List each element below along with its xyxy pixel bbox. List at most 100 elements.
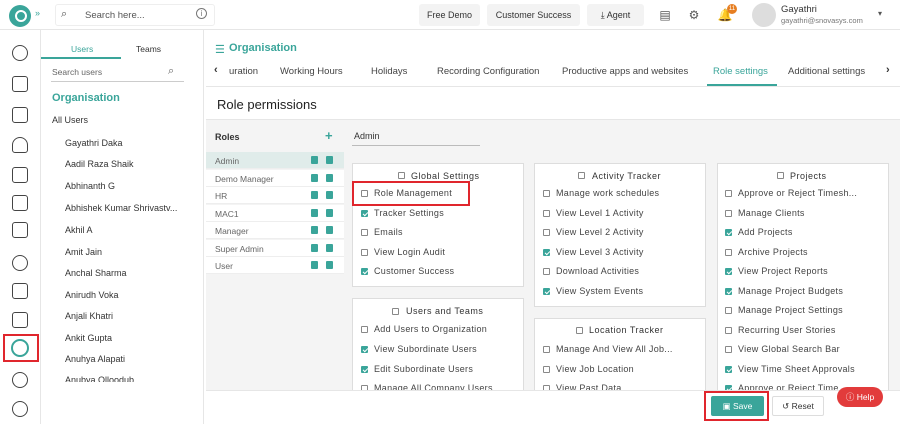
delete-icon[interactable] bbox=[326, 261, 333, 269]
list-item[interactable]: Akhil A bbox=[65, 225, 93, 235]
perm-checkbox[interactable] bbox=[725, 307, 732, 314]
perm-checkbox[interactable] bbox=[543, 268, 550, 275]
help-button[interactable]: ⓘ Help bbox=[837, 387, 883, 407]
delete-icon[interactable] bbox=[326, 174, 333, 182]
hamburger-icon[interactable]: ☰ bbox=[215, 43, 225, 56]
delete-icon[interactable] bbox=[326, 244, 333, 252]
table-row[interactable]: Manager bbox=[206, 222, 344, 239]
tabs-next-icon[interactable]: › bbox=[886, 64, 890, 76]
role-name-input[interactable]: Admin bbox=[354, 131, 380, 141]
perm-checkbox[interactable] bbox=[361, 249, 368, 256]
table-row[interactable]: HR bbox=[206, 187, 344, 204]
perm-checkbox[interactable] bbox=[543, 346, 550, 353]
mail-icon[interactable] bbox=[12, 312, 28, 328]
perm-checkbox[interactable] bbox=[361, 326, 368, 333]
perm-checkbox[interactable] bbox=[361, 366, 368, 373]
table-row[interactable]: Admin bbox=[206, 152, 344, 169]
gear-icon[interactable]: ⚙ bbox=[686, 7, 702, 23]
table-row[interactable]: MAC1 bbox=[206, 205, 344, 222]
list-item[interactable]: Anubya Olloodub bbox=[65, 375, 134, 382]
table-row[interactable]: Super Admin bbox=[206, 240, 344, 257]
expand-icon[interactable]: » bbox=[35, 8, 40, 18]
perm-checkbox[interactable] bbox=[543, 366, 550, 373]
search-input[interactable]: Search here... bbox=[85, 10, 145, 21]
copy-icon[interactable] bbox=[311, 209, 318, 217]
copy-icon[interactable] bbox=[311, 174, 318, 182]
document-icon[interactable]: ▤ bbox=[657, 7, 673, 23]
list-item[interactable]: Aadil Raza Shaik bbox=[65, 159, 134, 169]
people-icon[interactable] bbox=[12, 255, 28, 271]
list-item[interactable]: Ankit Gupta bbox=[65, 333, 112, 343]
briefcase-icon[interactable] bbox=[12, 167, 28, 183]
list-item[interactable]: Anirudh Voka bbox=[65, 290, 119, 300]
all-users-link[interactable]: All Users bbox=[52, 115, 88, 125]
perm-checkbox[interactable] bbox=[725, 366, 732, 373]
tabs-prev-icon[interactable]: ‹ bbox=[214, 64, 218, 76]
avatar[interactable] bbox=[752, 3, 776, 27]
perm-checkbox[interactable] bbox=[361, 229, 368, 236]
projects-select-all[interactable] bbox=[777, 172, 784, 179]
delete-icon[interactable] bbox=[326, 209, 333, 217]
perm-checkbox[interactable] bbox=[543, 229, 550, 236]
save-button[interactable]: ▣ Save bbox=[711, 396, 764, 416]
user-icon[interactable] bbox=[12, 137, 28, 153]
tab-productive-apps[interactable]: Productive apps and websites bbox=[562, 66, 688, 77]
customer-success-button[interactable]: Customer Success bbox=[487, 4, 580, 26]
agent-button[interactable]: ⤓ Agent bbox=[587, 4, 644, 26]
app-logo[interactable] bbox=[9, 5, 31, 27]
chevron-down-icon[interactable]: ▾ bbox=[878, 9, 882, 18]
info-icon[interactable]: i bbox=[196, 8, 207, 19]
perm-checkbox[interactable] bbox=[725, 210, 732, 217]
perm-checkbox[interactable] bbox=[361, 346, 368, 353]
list-item[interactable]: Abhinanth G bbox=[65, 181, 115, 191]
card-icon[interactable] bbox=[12, 222, 28, 238]
perm-checkbox[interactable] bbox=[725, 190, 732, 197]
tab-configuration[interactable]: uration bbox=[229, 66, 258, 77]
dashboard-icon[interactable] bbox=[12, 45, 28, 61]
users-teams-select-all[interactable] bbox=[392, 308, 399, 315]
perm-checkbox[interactable] bbox=[725, 229, 732, 236]
table-row[interactable]: Demo Manager bbox=[206, 170, 344, 187]
free-demo-button[interactable]: Free Demo bbox=[419, 4, 480, 26]
perm-checkbox[interactable] bbox=[361, 210, 368, 217]
perm-checkbox[interactable] bbox=[725, 327, 732, 334]
person-badge-icon[interactable] bbox=[12, 372, 28, 388]
global-settings-select-all[interactable] bbox=[398, 172, 405, 179]
location-select-all[interactable] bbox=[576, 327, 583, 334]
activity-select-all[interactable] bbox=[578, 172, 585, 179]
tab-holidays[interactable]: Holidays bbox=[371, 66, 407, 77]
tab-additional-settings[interactable]: Additional settings bbox=[788, 66, 865, 77]
perm-checkbox[interactable] bbox=[543, 288, 550, 295]
settings-gear-icon[interactable] bbox=[11, 339, 29, 357]
copy-icon[interactable] bbox=[311, 156, 318, 164]
tab-teams[interactable]: Teams bbox=[136, 44, 161, 54]
copy-icon[interactable] bbox=[311, 261, 318, 269]
org-label[interactable]: Organisation bbox=[52, 92, 120, 104]
calendar-icon[interactable] bbox=[12, 76, 28, 92]
perm-checkbox[interactable] bbox=[725, 249, 732, 256]
list-item[interactable]: Amit Jain bbox=[65, 247, 102, 257]
copy-icon[interactable] bbox=[311, 226, 318, 234]
table-row[interactable]: User bbox=[206, 257, 344, 274]
list-item[interactable]: Anuhya Alapati bbox=[65, 354, 125, 364]
perm-checkbox[interactable] bbox=[543, 210, 550, 217]
reset-button[interactable]: ↺ Reset bbox=[772, 396, 824, 416]
copy-icon[interactable] bbox=[311, 244, 318, 252]
tab-working-hours[interactable]: Working Hours bbox=[280, 66, 343, 77]
tab-role-settings[interactable]: Role settings bbox=[713, 66, 768, 77]
monitor-icon[interactable] bbox=[12, 195, 28, 211]
perm-checkbox[interactable] bbox=[543, 190, 550, 197]
timesheet-icon[interactable] bbox=[12, 107, 28, 123]
user-search-input[interactable]: Search users bbox=[52, 67, 102, 77]
delete-icon[interactable] bbox=[326, 191, 333, 199]
copy-icon[interactable] bbox=[311, 191, 318, 199]
alarm-icon[interactable] bbox=[12, 401, 28, 417]
perm-checkbox[interactable] bbox=[543, 249, 550, 256]
hierarchy-icon[interactable] bbox=[12, 283, 28, 299]
list-item[interactable]: Anjali Khatri bbox=[65, 311, 113, 321]
perm-checkbox[interactable] bbox=[725, 268, 732, 275]
tab-users[interactable]: Users bbox=[71, 44, 93, 54]
global-search[interactable]: ⌕ Search here... i bbox=[55, 4, 215, 26]
list-item[interactable]: Anchal Sharma bbox=[65, 268, 127, 278]
perm-checkbox[interactable] bbox=[725, 288, 732, 295]
